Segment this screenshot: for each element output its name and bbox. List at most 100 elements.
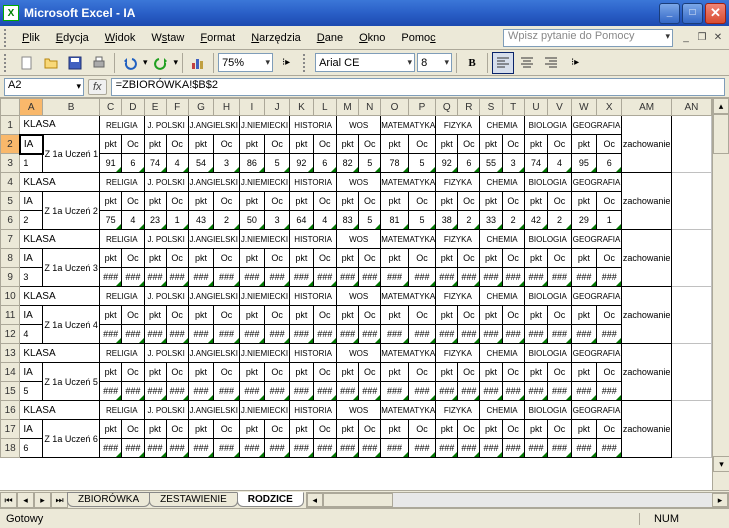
hash-cell[interactable]: ### [122,325,144,344]
oc-header[interactable]: Oc [122,192,144,211]
oc-header[interactable]: Oc [359,192,381,211]
pkt-header[interactable]: pkt [436,135,458,154]
pkt-header[interactable]: pkt [337,363,359,382]
oc-header[interactable]: Oc [166,192,188,211]
subject-header[interactable]: HISTORIA [290,173,337,192]
subject-header[interactable]: MATEMATYKA [381,287,436,306]
subject-header[interactable]: RELIGIA [100,401,144,420]
subject-header[interactable]: WOS [337,287,381,306]
oc-header[interactable]: Oc [264,249,289,268]
oc-header[interactable]: Oc [313,135,336,154]
data-cell[interactable]: 33 [480,211,502,230]
hash-cell[interactable]: ### [359,382,381,401]
pkt-header[interactable]: pkt [571,420,596,439]
hash-cell[interactable]: ### [214,439,240,458]
hash-cell[interactable]: ### [188,439,214,458]
data-cell[interactable]: 3 [214,154,240,173]
hash-cell[interactable]: ### [480,325,502,344]
row-header[interactable]: 9 [1,268,20,287]
oc-header[interactable]: Oc [166,249,188,268]
pkt-header[interactable]: pkt [524,249,548,268]
data-cell[interactable]: 83 [337,211,359,230]
student-num[interactable]: 2 [20,211,43,230]
oc-header[interactable]: Oc [548,363,572,382]
subject-header[interactable]: RELIGIA [100,173,144,192]
row-header[interactable]: 4 [1,173,20,192]
namebox[interactable]: A2 [4,78,84,96]
pkt-header[interactable]: pkt [381,420,408,439]
toolbar-options2[interactable]: ⁝▸ [564,52,586,74]
oc-header[interactable]: Oc [122,363,144,382]
hash-cell[interactable]: ### [524,268,548,287]
menu-edit[interactable]: Edycja [48,30,97,46]
pkt-header[interactable]: pkt [436,363,458,382]
hash-cell[interactable]: ### [337,325,359,344]
hash-cell[interactable]: ### [548,439,572,458]
ia-cell[interactable]: IA [20,135,43,154]
pkt-header[interactable]: pkt [144,363,166,382]
hash-cell[interactable]: ### [571,439,596,458]
hash-cell[interactable]: ### [524,325,548,344]
oc-header[interactable]: Oc [359,249,381,268]
subject-header[interactable]: HISTORIA [290,287,337,306]
oc-header[interactable]: Oc [597,192,622,211]
col-header-D[interactable]: D [122,99,144,116]
pkt-header[interactable]: pkt [290,192,313,211]
oc-header[interactable]: Oc [548,192,572,211]
hash-cell[interactable]: ### [548,325,572,344]
close-button[interactable]: ✕ [705,3,726,24]
pkt-header[interactable]: pkt [144,420,166,439]
col-header-Q[interactable]: Q [436,99,458,116]
hash-cell[interactable]: ### [502,439,524,458]
subject-header[interactable]: CHEMIA [480,173,524,192]
pkt-header[interactable]: pkt [239,363,264,382]
empty-cell[interactable] [671,230,711,287]
pkt-header[interactable]: pkt [290,249,313,268]
pkt-header[interactable]: pkt [100,363,122,382]
student-name[interactable]: Z 1a Uczeń 3 [43,249,100,287]
tab-nav-next[interactable]: ▸ [34,492,51,508]
hash-cell[interactable]: ### [337,268,359,287]
hash-cell[interactable]: ### [337,439,359,458]
mdi-close[interactable]: ✕ [711,31,725,45]
oc-header[interactable]: Oc [313,420,336,439]
row-header[interactable]: 5 [1,192,20,211]
hash-cell[interactable]: ### [122,439,144,458]
subject-header[interactable]: FIZYKA [436,116,480,135]
pkt-header[interactable]: pkt [239,249,264,268]
oc-header[interactable]: Oc [313,363,336,382]
col-header-V[interactable]: V [548,99,572,116]
klasa-label[interactable]: KLASA [20,287,100,306]
pkt-header[interactable]: pkt [337,306,359,325]
oc-header[interactable]: Oc [214,363,240,382]
hash-cell[interactable]: ### [144,382,166,401]
hash-cell[interactable]: ### [502,325,524,344]
klasa-label[interactable]: KLASA [20,230,100,249]
oc-header[interactable]: Oc [166,363,188,382]
pkt-header[interactable]: pkt [100,249,122,268]
subject-header[interactable]: J. POLSKI [144,173,188,192]
toolbar-grip[interactable] [4,54,10,72]
oc-header[interactable]: Oc [458,135,480,154]
data-cell[interactable]: 43 [188,211,214,230]
align-center-button[interactable] [516,52,538,74]
col-header-A[interactable]: A [20,99,43,116]
subject-header[interactable]: BIOLOGIA [524,287,571,306]
pkt-header[interactable]: pkt [571,249,596,268]
hash-cell[interactable]: ### [436,325,458,344]
ia-cell[interactable]: IA [20,363,43,382]
oc-header[interactable]: Oc [502,249,524,268]
hash-cell[interactable]: ### [337,382,359,401]
oc-header[interactable]: Oc [458,363,480,382]
col-header-C[interactable]: C [100,99,122,116]
hash-cell[interactable]: ### [239,268,264,287]
pkt-header[interactable]: pkt [144,135,166,154]
col-header-U[interactable]: U [524,99,548,116]
hash-cell[interactable]: ### [100,382,122,401]
subject-header[interactable]: BIOLOGIA [524,401,571,420]
pkt-header[interactable]: pkt [144,306,166,325]
oc-header[interactable]: Oc [548,306,572,325]
pkt-header[interactable]: pkt [337,135,359,154]
data-cell[interactable]: 78 [381,154,408,173]
col-header-B[interactable]: B [43,99,100,116]
